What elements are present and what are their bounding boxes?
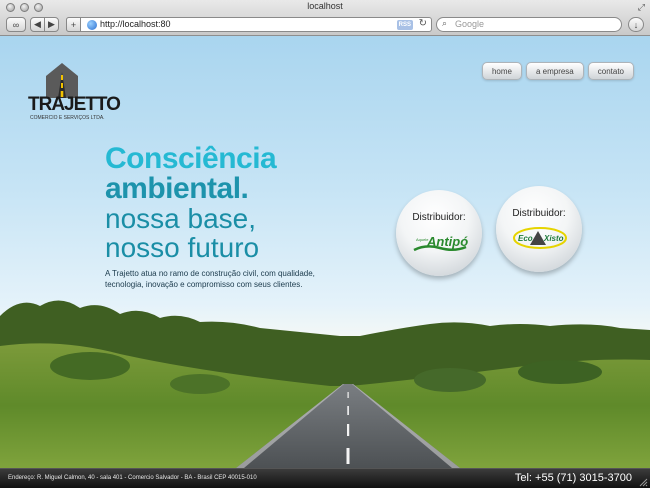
downloads-button[interactable]: ↓ [628,17,644,32]
headline-line-4: nosso futuro [105,232,260,263]
ecoxisto-prefix: Eco [518,234,533,243]
page-footer: Endereço: R. Miguel Calmon, 40 - sala 40… [0,468,650,488]
window-title: localhost [307,1,343,11]
web-page: TRAJETTO COMERCIO E SERVIÇOS LTDA. home … [0,36,650,468]
add-bookmark-button[interactable]: + [66,17,81,32]
title-bar: localhost ⤢ [0,0,650,14]
ecoxisto-brand: Xisto [543,234,564,243]
back-arrow-icon: ◀ [34,19,41,29]
distributor-antipo-badge[interactable]: Distribuidor: Aquele Antipó [396,190,482,276]
house-road-icon [46,63,78,98]
company-logo[interactable]: TRAJETTO COMERCIO E SERVIÇOS LTDA. [28,60,121,124]
globe-icon [87,20,97,30]
headline-line-3: nossa base, [105,203,256,234]
address-bar[interactable]: + http://localhost:80 RSS ↻ [66,17,432,32]
glasses-icon: ∞ [12,19,20,30]
landscape-road-image [0,300,650,468]
headline-line-2: ambiental. [105,172,249,205]
hero-headline: Consciência ambiental. nossa base, nosso… [105,142,277,263]
fullscreen-icon[interactable]: ⤢ [638,2,645,13]
distributor-label: Distribuidor: [412,212,466,223]
search-icon: ⌕ [442,18,448,28]
headline-line-1: Consciência [105,142,277,175]
url-text: http://localhost:80 [100,19,171,29]
search-field[interactable]: ⌕ Google [436,17,622,32]
logo-name: TRAJETTO [28,94,121,115]
antipo-logo: Aquele Antipó [413,234,468,252]
search-placeholder: Google [455,19,485,29]
resize-grip-icon[interactable] [638,477,648,487]
reload-icon[interactable]: ↻ [419,18,427,29]
nav-contato[interactable]: contato [587,62,634,80]
forward-arrow-icon: ▶ [48,19,55,29]
distributor-label: Distribuidor: [512,208,566,219]
back-button[interactable]: ◀ [30,17,45,32]
footer-address: Endereço: R. Miguel Calmon, 40 - sala 40… [8,475,257,481]
footer-phone: Tel: +55 (71) 3015-3700 [514,472,632,484]
nav-a-empresa[interactable]: a empresa [525,62,584,80]
download-icon: ↓ [633,19,639,30]
logo-tagline: COMERCIO E SERVIÇOS LTDA. [30,115,105,121]
rss-badge[interactable]: RSS [396,20,413,30]
antipo-brand: Antipó [426,234,468,249]
reader-button[interactable]: ∞ [6,17,26,32]
browser-toolbar: ∞ ◀ ▶ + http://localhost:80 RSS ↻ ⌕ Goog… [0,14,650,36]
main-nav: home a empresa contato [481,62,634,80]
browser-chrome: localhost ⤢ ∞ ◀ ▶ + http://localhost:80 … [0,0,650,36]
ecoxisto-logo: Eco Xisto [513,227,567,249]
forward-button[interactable]: ▶ [44,17,59,32]
nav-home[interactable]: home [481,62,522,80]
distributor-ecoxisto-badge[interactable]: Distribuidor: Eco Xisto [496,186,582,272]
plus-icon: + [70,19,77,30]
